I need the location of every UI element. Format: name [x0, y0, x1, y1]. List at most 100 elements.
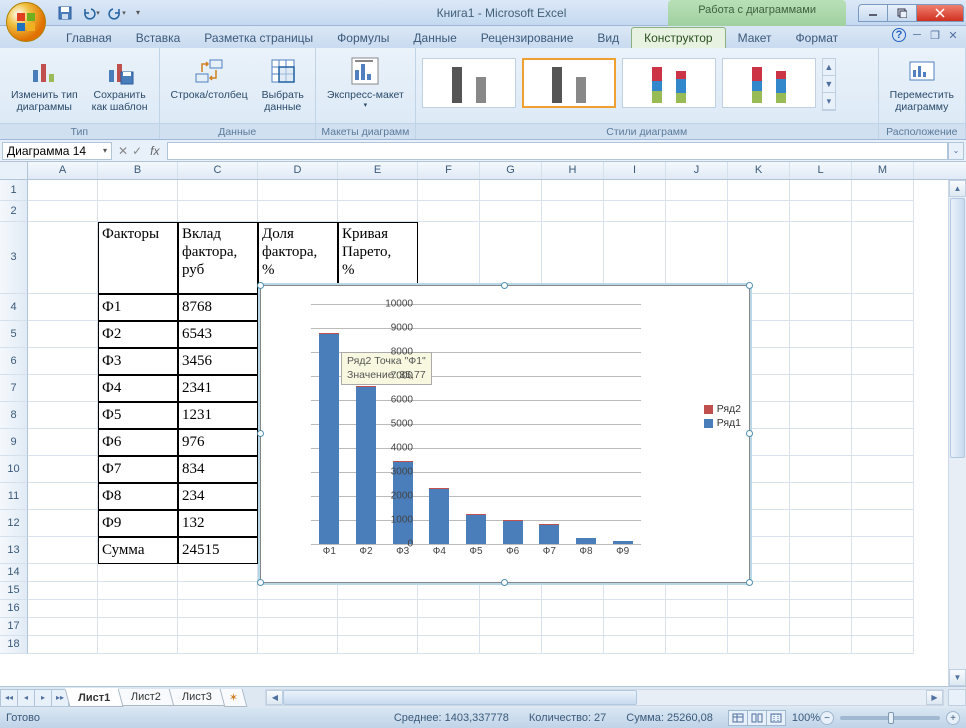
resize-handle[interactable] — [501, 579, 508, 586]
legend-item[interactable]: Ряд1 — [704, 417, 741, 429]
page-layout-view-icon[interactable] — [747, 710, 767, 726]
chart-bar[interactable] — [503, 304, 523, 544]
ribbon-group-data: Строка/столбец Выбрать данные Данные — [160, 48, 316, 139]
maximize-button[interactable] — [887, 4, 917, 22]
chart-bar[interactable] — [539, 304, 559, 544]
minimize-button[interactable] — [858, 4, 888, 22]
page-break-view-icon[interactable] — [766, 710, 786, 726]
zoom-out-icon[interactable]: − — [820, 711, 834, 725]
office-button[interactable] — [6, 2, 46, 42]
chart-bar[interactable] — [319, 304, 339, 544]
doc-close-icon[interactable]: ✕ — [946, 28, 960, 42]
embedded-chart[interactable]: Ряд2Ряд1 Ряд2 Точка "Ф1" Значение: 35,77… — [260, 285, 750, 583]
tab-chart-format[interactable]: Формат — [784, 28, 851, 48]
chart-style-item[interactable] — [522, 58, 616, 108]
zoom-slider[interactable] — [840, 716, 940, 720]
x-axis-label: Ф5 — [458, 546, 494, 557]
col-header[interactable]: E — [338, 162, 418, 179]
tab-nav-next-icon[interactable]: ▸ — [34, 689, 52, 707]
tab-insert[interactable]: Вставка — [124, 28, 193, 48]
tab-chart-design[interactable]: Конструктор — [631, 27, 725, 48]
enter-formula-icon[interactable]: ✓ — [132, 144, 142, 158]
new-sheet-button[interactable]: ✶ — [220, 689, 248, 707]
col-header[interactable]: K — [728, 162, 790, 179]
tab-nav-first-icon[interactable]: ◂◂ — [0, 689, 18, 707]
sheet-tab-2[interactable]: Лист2 — [118, 689, 175, 706]
chart-bar[interactable] — [613, 304, 633, 544]
horizontal-scrollbar[interactable]: ◀ ▶ — [265, 689, 944, 706]
zoom-in-icon[interactable]: + — [946, 711, 960, 725]
select-all-button[interactable] — [0, 162, 28, 179]
doc-minimize-icon[interactable]: ─ — [910, 28, 924, 42]
vertical-scrollbar[interactable]: ▲ ▼ — [948, 180, 966, 686]
tab-home[interactable]: Главная — [54, 28, 124, 48]
resize-handle[interactable] — [257, 579, 264, 586]
select-data-button[interactable]: Выбрать данные — [257, 52, 309, 116]
normal-view-icon[interactable] — [728, 710, 748, 726]
chart-style-item[interactable] — [622, 58, 716, 108]
col-header[interactable]: D — [258, 162, 338, 179]
formula-bar[interactable] — [167, 142, 948, 160]
switch-row-column-button[interactable]: Строка/столбец — [166, 52, 253, 104]
sheet-tab-3[interactable]: Лист3 — [169, 689, 226, 706]
formula-bar-expand-icon[interactable]: ⌄ — [948, 142, 964, 160]
col-header[interactable]: B — [98, 162, 178, 179]
col-header[interactable]: G — [480, 162, 542, 179]
col-header[interactable]: F — [418, 162, 480, 179]
close-button[interactable] — [916, 4, 964, 22]
scroll-up-icon[interactable]: ▲ — [949, 180, 966, 197]
sheet-tab-1[interactable]: Лист1 — [64, 688, 123, 707]
move-chart-button[interactable]: Переместить диаграмму — [885, 52, 959, 116]
legend-item[interactable]: Ряд2 — [704, 403, 741, 415]
hscroll-thumb[interactable] — [283, 690, 636, 705]
save-as-template-button[interactable]: Сохранить как шаблон — [87, 52, 153, 116]
resize-handle[interactable] — [746, 579, 753, 586]
quick-layout-button[interactable]: Экспресс-макет▾ — [322, 52, 409, 112]
col-header[interactable]: M — [852, 162, 914, 179]
tab-review[interactable]: Рецензирование — [469, 28, 586, 48]
col-header[interactable]: J — [666, 162, 728, 179]
zoom-thumb[interactable] — [888, 712, 894, 724]
col-header[interactable]: H — [542, 162, 604, 179]
help-icon[interactable]: ? — [892, 28, 906, 42]
tab-view[interactable]: Вид — [585, 28, 631, 48]
resize-handle[interactable] — [746, 282, 753, 289]
zoom-level[interactable]: 100% — [792, 712, 820, 724]
tab-nav-prev-icon[interactable]: ◂ — [17, 689, 35, 707]
fx-icon[interactable]: fx — [146, 144, 163, 158]
scroll-right-icon[interactable]: ▶ — [926, 690, 943, 705]
tab-chart-layout[interactable]: Макет — [726, 28, 784, 48]
save-icon[interactable] — [54, 2, 76, 24]
name-box[interactable]: Диаграмма 14▾ — [2, 142, 112, 160]
resize-handle[interactable] — [257, 430, 264, 437]
scroll-down-icon[interactable]: ▼ — [949, 669, 966, 686]
x-axis-label: Ф8 — [568, 546, 604, 557]
tab-data[interactable]: Данные — [401, 28, 468, 48]
style-gallery-scroll[interactable]: ▲▼▾ — [822, 58, 836, 111]
scroll-left-icon[interactable]: ◀ — [266, 690, 283, 705]
col-header[interactable]: L — [790, 162, 852, 179]
tab-page-layout[interactable]: Разметка страницы — [192, 28, 325, 48]
resize-handle[interactable] — [257, 282, 264, 289]
qat-customize-icon[interactable]: ▾ — [132, 2, 144, 24]
col-header[interactable]: C — [178, 162, 258, 179]
chart-bar[interactable] — [466, 304, 486, 544]
undo-icon[interactable]: ▾ — [80, 2, 102, 24]
chart-style-item[interactable] — [422, 58, 516, 108]
col-header[interactable]: I — [604, 162, 666, 179]
doc-restore-icon[interactable]: ❐ — [928, 28, 942, 42]
resize-handle[interactable] — [746, 430, 753, 437]
chart-bar[interactable] — [429, 304, 449, 544]
chart-style-item[interactable] — [722, 58, 816, 108]
vscroll-thumb[interactable] — [950, 198, 965, 458]
namebox-dropdown-icon[interactable]: ▾ — [103, 146, 107, 155]
tab-formulas[interactable]: Формулы — [325, 28, 401, 48]
resize-handle[interactable] — [501, 282, 508, 289]
chart-legend[interactable]: Ряд2 Ряд1 — [704, 401, 741, 431]
cancel-formula-icon[interactable]: ✕ — [118, 144, 128, 158]
sheet-tabs-row: ◂◂ ◂ ▸ ▸▸ Лист1 Лист2 Лист3 ✶ ◀ ▶ — [0, 686, 966, 708]
chart-bar[interactable] — [576, 304, 596, 544]
col-header[interactable]: A — [28, 162, 98, 179]
change-chart-type-button[interactable]: Изменить тип диаграммы — [6, 52, 83, 116]
redo-icon[interactable]: ▾ — [106, 2, 128, 24]
